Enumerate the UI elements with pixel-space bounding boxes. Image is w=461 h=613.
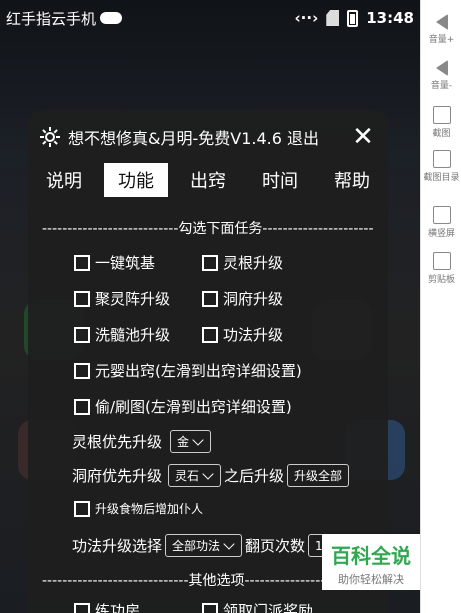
- select-value: 金: [177, 435, 190, 449]
- cave-priority-select[interactable]: 灵石: [168, 464, 222, 487]
- screenshot-button[interactable]: 截图: [421, 106, 461, 139]
- technique-select-label: 功法升级选择: [72, 537, 163, 555]
- checkbox-box[interactable]: [202, 326, 218, 343]
- carrier-name: 红手指云手机: [6, 9, 97, 28]
- spirit-root-priority-select[interactable]: 金: [170, 430, 212, 453]
- gear-icon[interactable]: [38, 125, 62, 149]
- cave-priority-label: 洞府优先升级: [72, 467, 163, 485]
- battery-icon: [347, 9, 359, 27]
- checkbox-box[interactable]: [74, 290, 90, 307]
- image-icon: [432, 106, 451, 124]
- volume-up-button[interactable]: 音量+: [421, 14, 461, 45]
- tool-label: 截图目录: [423, 173, 460, 183]
- clipboard-icon: [432, 252, 451, 270]
- checkbox-label: 功法升级: [223, 326, 284, 344]
- watermark-subtitle: 助你轻松解决: [338, 573, 404, 586]
- checkbox-nascent-soul-outing[interactable]: 元婴出窍(左滑到出窍详细设置): [74, 360, 302, 381]
- dialog-header: 想不想修真&月明-免费V1.4.6 退出 ✕: [38, 120, 378, 154]
- checkbox-label: 偷/刷图(左滑到出窍详细设置): [95, 398, 292, 416]
- checkbox-technique-upgrade[interactable]: 功法升级: [202, 324, 283, 345]
- phone-screen: 红手指云手机 ‹··› 13:48 想不想修真&月明-免费V1.4.6 退出 ✕…: [0, 0, 420, 613]
- checkbox-box[interactable]: [74, 500, 90, 517]
- clipboard-button[interactable]: 剪贴板: [421, 252, 461, 285]
- tool-label: 音量-: [430, 81, 453, 91]
- sim-icon: [326, 10, 340, 26]
- checkbox-box[interactable]: [74, 254, 90, 271]
- spirit-root-priority-row: 灵根优先升级 金: [72, 430, 214, 453]
- clock: 13:48: [366, 9, 414, 27]
- dialog-title: 想不想修真&月明-免费V1.4.6 退出: [68, 129, 319, 148]
- checkbox-label: 元婴出窍(左滑到出窍详细设置): [95, 362, 302, 380]
- checkbox-spirit-array-upgrade[interactable]: 聚灵阵升级: [74, 288, 170, 309]
- checkbox-box[interactable]: [74, 362, 90, 379]
- speaker-icon: [435, 14, 448, 30]
- rotate-button[interactable]: 横竖屏: [421, 206, 461, 239]
- select-value: 灵石: [175, 469, 200, 483]
- cave-after-select[interactable]: 升级全部: [287, 464, 350, 487]
- volume-down-button[interactable]: 音量-: [421, 60, 461, 91]
- tool-label: 音量+: [428, 35, 455, 45]
- side-toolbar: 音量+ 音量- 截图 截图目录 横竖屏 剪贴板: [420, 0, 461, 613]
- checkbox-spirit-root-upgrade[interactable]: 灵根升级: [202, 252, 283, 273]
- checkbox-label: 灵根升级: [223, 254, 284, 272]
- watermark-logo: 百科全说 助你轻松解决: [322, 534, 420, 590]
- tab-outing[interactable]: 出窍: [176, 163, 240, 197]
- rotate-icon: [432, 206, 451, 224]
- checkbox-box[interactable]: [202, 290, 218, 307]
- tool-label: 横竖屏: [427, 229, 455, 239]
- list-icon: [432, 150, 451, 168]
- chevron-down-icon: [192, 433, 204, 446]
- network-icon: ‹··›: [294, 9, 319, 27]
- cave-after-label: 之后升级: [224, 467, 285, 485]
- technique-select[interactable]: 全部功法: [165, 534, 243, 557]
- checkbox-one-click-foundation[interactable]: 一键筑基: [74, 252, 155, 273]
- close-button[interactable]: ✕: [348, 124, 378, 150]
- task-section-header: ---------------------------勾选下面任务-------…: [42, 221, 374, 237]
- select-value: 升级全部: [294, 469, 343, 483]
- cloud-icon: [100, 12, 123, 24]
- tab-help[interactable]: 帮助: [320, 163, 384, 197]
- tab-functions[interactable]: 功能: [104, 163, 168, 197]
- checkbox-steal-map[interactable]: 偷/刷图(左滑到出窍详细设置): [74, 396, 292, 417]
- checkbox-label: 洗髓池升级: [95, 326, 171, 344]
- watermark-title: 百科全说: [331, 544, 411, 568]
- tab-bar: 说明 功能 出窍 时间 帮助: [28, 162, 388, 198]
- screenshot-folder-button[interactable]: 截图目录: [421, 150, 461, 183]
- checkbox-label: 领取门派奖励: [223, 602, 314, 613]
- tool-label: 剪贴板: [427, 275, 455, 285]
- checkbox-box[interactable]: [74, 326, 90, 343]
- checkbox-sect-reward[interactable]: 领取门派奖励: [202, 600, 313, 613]
- tool-label: 截图: [432, 129, 451, 139]
- page-count-label: 翻页次数: [245, 537, 306, 555]
- checkbox-box[interactable]: [202, 254, 218, 271]
- chevron-down-icon: [223, 537, 235, 550]
- cave-priority-row: 洞府优先升级 灵石 之后升级 升级全部: [72, 464, 352, 487]
- checkbox-box[interactable]: [202, 602, 218, 613]
- carrier: 红手指云手机: [6, 8, 294, 29]
- status-icons: ‹··› 13:48: [294, 9, 414, 27]
- select-value: 全部功法: [172, 539, 221, 553]
- checkbox-box[interactable]: [74, 398, 90, 415]
- checkbox-cave-upgrade[interactable]: 洞府升级: [202, 288, 283, 309]
- checkbox-box[interactable]: [74, 602, 90, 613]
- checkbox-food-servant[interactable]: 升级食物后增加仆人: [74, 500, 203, 517]
- speaker-icon: [435, 60, 448, 76]
- technique-select-row: 功法升级选择 全部功法 翻页次数 1次: [72, 534, 345, 557]
- checkbox-label: 练功房: [95, 602, 141, 613]
- checkbox-label: 一键筑基: [95, 254, 156, 272]
- chevron-down-icon: [202, 467, 214, 480]
- checkbox-marrow-pool-upgrade[interactable]: 洗髓池升级: [74, 324, 170, 345]
- checkbox-label: 聚灵阵升级: [95, 290, 171, 308]
- spirit-root-priority-label: 灵根优先升级: [72, 433, 163, 451]
- status-bar: 红手指云手机 ‹··› 13:48: [0, 0, 420, 36]
- tab-description[interactable]: 说明: [32, 163, 96, 197]
- checkbox-label: 升级食物后增加仆人: [95, 502, 204, 516]
- tab-time[interactable]: 时间: [248, 163, 312, 197]
- checkbox-label: 洞府升级: [223, 290, 284, 308]
- checkbox-practice-room[interactable]: 练功房: [74, 600, 140, 613]
